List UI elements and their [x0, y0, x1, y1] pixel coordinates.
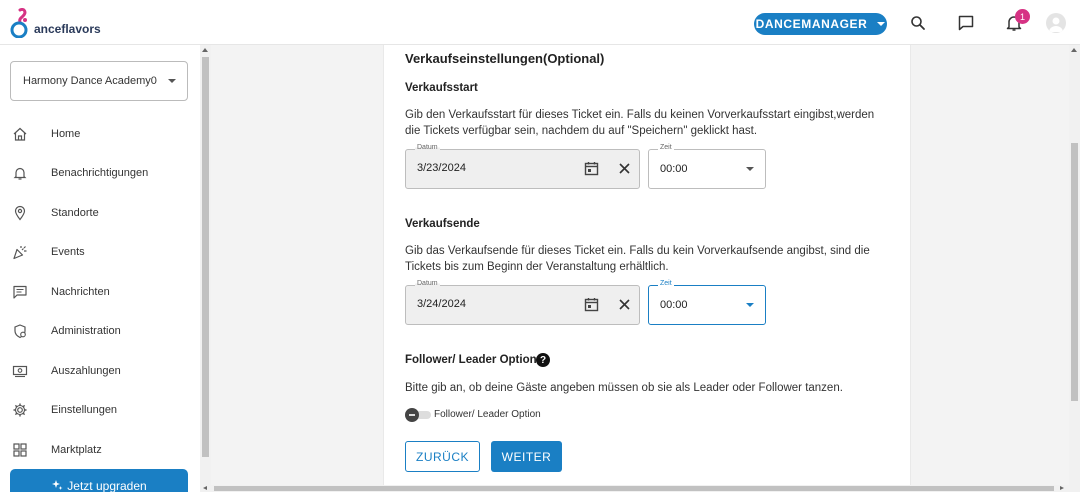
sale-start-date-value: 3/23/2024 — [417, 162, 466, 174]
sparkle-icon — [51, 479, 63, 491]
sidebar-item-auszahlungen[interactable]: Auszahlungen — [0, 356, 200, 386]
search-icon[interactable] — [909, 14, 927, 32]
sale-start-time-select[interactable]: Zeit 00:00 — [648, 144, 766, 189]
logo-text: anceflavors — [34, 22, 101, 36]
caret-down-icon — [877, 22, 886, 26]
follower-leader-toggle-label: Follower/ Leader Option — [434, 409, 541, 420]
sidebar-item-label: Standorte — [51, 207, 99, 219]
caret-down-icon — [746, 167, 754, 171]
caret-down-icon — [168, 79, 176, 83]
clear-icon[interactable] — [618, 162, 631, 175]
payout-icon — [12, 363, 28, 379]
field-label: Zeit — [658, 144, 674, 151]
next-button[interactable]: WEITER — [491, 441, 562, 472]
message-icon — [12, 284, 28, 300]
section-title: Verkaufseinstellungen(Optional) — [405, 51, 605, 66]
main-scrollbar[interactable] — [1069, 45, 1080, 485]
sale-start-title: Verkaufsstart — [405, 82, 478, 94]
scrollbar-thumb[interactable] — [214, 486, 1054, 491]
upgrade-button-label: Jetzt upgraden — [67, 479, 147, 492]
dancemanager-role-button[interactable]: DANCEMANAGER — [754, 13, 887, 35]
notification-badge: 1 — [1015, 9, 1030, 24]
sales-settings-card: Verkaufseinstellungen(Optional) Verkaufs… — [383, 45, 911, 485]
scroll-up-icon[interactable] — [202, 48, 208, 52]
top-bar: anceflavors DANCEMANAGER 1 — [0, 0, 1080, 45]
sidebar-item-label: Home — [51, 128, 81, 140]
scrollbar-thumb[interactable] — [202, 57, 209, 457]
role-button-label: DANCEMANAGER — [755, 17, 868, 31]
sale-end-title: Verkaufsende — [405, 218, 480, 230]
home-icon — [12, 126, 28, 142]
toggle-knob — [405, 408, 419, 422]
sale-end-time-select[interactable]: Zeit 00:00 — [648, 280, 766, 325]
party-popper-icon — [12, 244, 28, 260]
admin-icon — [12, 323, 28, 339]
logo-mark-icon — [10, 8, 32, 38]
field-label: Zeit — [658, 280, 674, 287]
sidebar-item-label: Nachrichten — [51, 286, 110, 298]
sidebar-item-events[interactable]: Events — [0, 237, 200, 267]
horizontal-scrollbar[interactable] — [200, 485, 1080, 492]
scrollbar-thumb[interactable] — [1071, 143, 1078, 401]
field-label: Datum — [415, 280, 440, 287]
calendar-icon[interactable] — [584, 161, 599, 176]
scroll-up-icon[interactable] — [1071, 48, 1077, 52]
sale-end-description: Gib das Verkaufsende für dieses Ticket e… — [405, 245, 870, 273]
sidebar-item-label: Events — [51, 246, 85, 258]
sidebar-item-nachrichten[interactable]: Nachrichten — [0, 277, 200, 307]
scroll-right-icon[interactable] — [1060, 486, 1064, 490]
upgrade-button[interactable]: Jetzt upgraden — [10, 469, 188, 492]
sale-end-time-value: 00:00 — [660, 299, 688, 311]
academy-select[interactable]: Harmony Dance Academy0 — [10, 61, 188, 101]
sale-start-description: Gib den Verkaufsstart für dieses Ticket … — [405, 109, 875, 137]
bell-icon — [12, 165, 28, 181]
sidebar-item-label: Administration — [51, 325, 121, 337]
follower-leader-description: Bitte gib an, ob deine Gäste angeben müs… — [405, 382, 843, 394]
sidebar-item-label: Auszahlungen — [51, 365, 121, 377]
clear-icon[interactable] — [618, 298, 631, 311]
back-button[interactable]: ZURÜCK — [405, 441, 480, 472]
sale-start-time-value: 00:00 — [660, 163, 688, 175]
sidebar-item-marktplatz[interactable]: Marktplatz — [0, 435, 200, 465]
sidebar-item-label: Marktplatz — [51, 444, 102, 456]
sidebar-item-standorte[interactable]: Standorte — [0, 198, 200, 228]
sidebar-item-label: Benachrichtigungen — [51, 167, 149, 179]
gear-icon — [12, 402, 28, 418]
caret-down-icon — [746, 303, 754, 307]
sale-end-date-field[interactable]: Datum 3/24/2024 — [405, 280, 640, 325]
location-pin-icon — [12, 205, 28, 221]
sidebar-scrollbar[interactable] — [200, 45, 211, 492]
scroll-left-icon[interactable] — [203, 486, 207, 490]
help-icon[interactable]: ? — [536, 353, 550, 367]
follower-leader-toggle[interactable] — [405, 408, 431, 422]
sale-end-date-value: 3/24/2024 — [417, 298, 466, 310]
sidebar-item-benachrichtigungen[interactable]: Benachrichtigungen — [0, 158, 200, 188]
user-avatar-icon[interactable] — [1046, 13, 1066, 33]
grid-icon — [12, 442, 28, 458]
field-label: Datum — [415, 144, 440, 151]
academy-select-value: Harmony Dance Academy0 — [23, 75, 157, 87]
sale-start-date-field[interactable]: Datum 3/23/2024 — [405, 144, 640, 189]
sidebar-item-administration[interactable]: Administration — [0, 316, 200, 346]
chat-icon[interactable] — [957, 14, 975, 32]
sidebar-item-einstellungen[interactable]: Einstellungen — [0, 395, 200, 425]
sidebar: Harmony Dance Academy0 Home Benachrichti… — [0, 45, 200, 492]
calendar-icon[interactable] — [584, 297, 599, 312]
sidebar-item-home[interactable]: Home — [0, 119, 200, 149]
sidebar-item-label: Einstellungen — [51, 404, 118, 416]
follower-leader-title: Follower/ Leader Option — [405, 354, 537, 366]
logo[interactable]: anceflavors — [10, 8, 101, 38]
